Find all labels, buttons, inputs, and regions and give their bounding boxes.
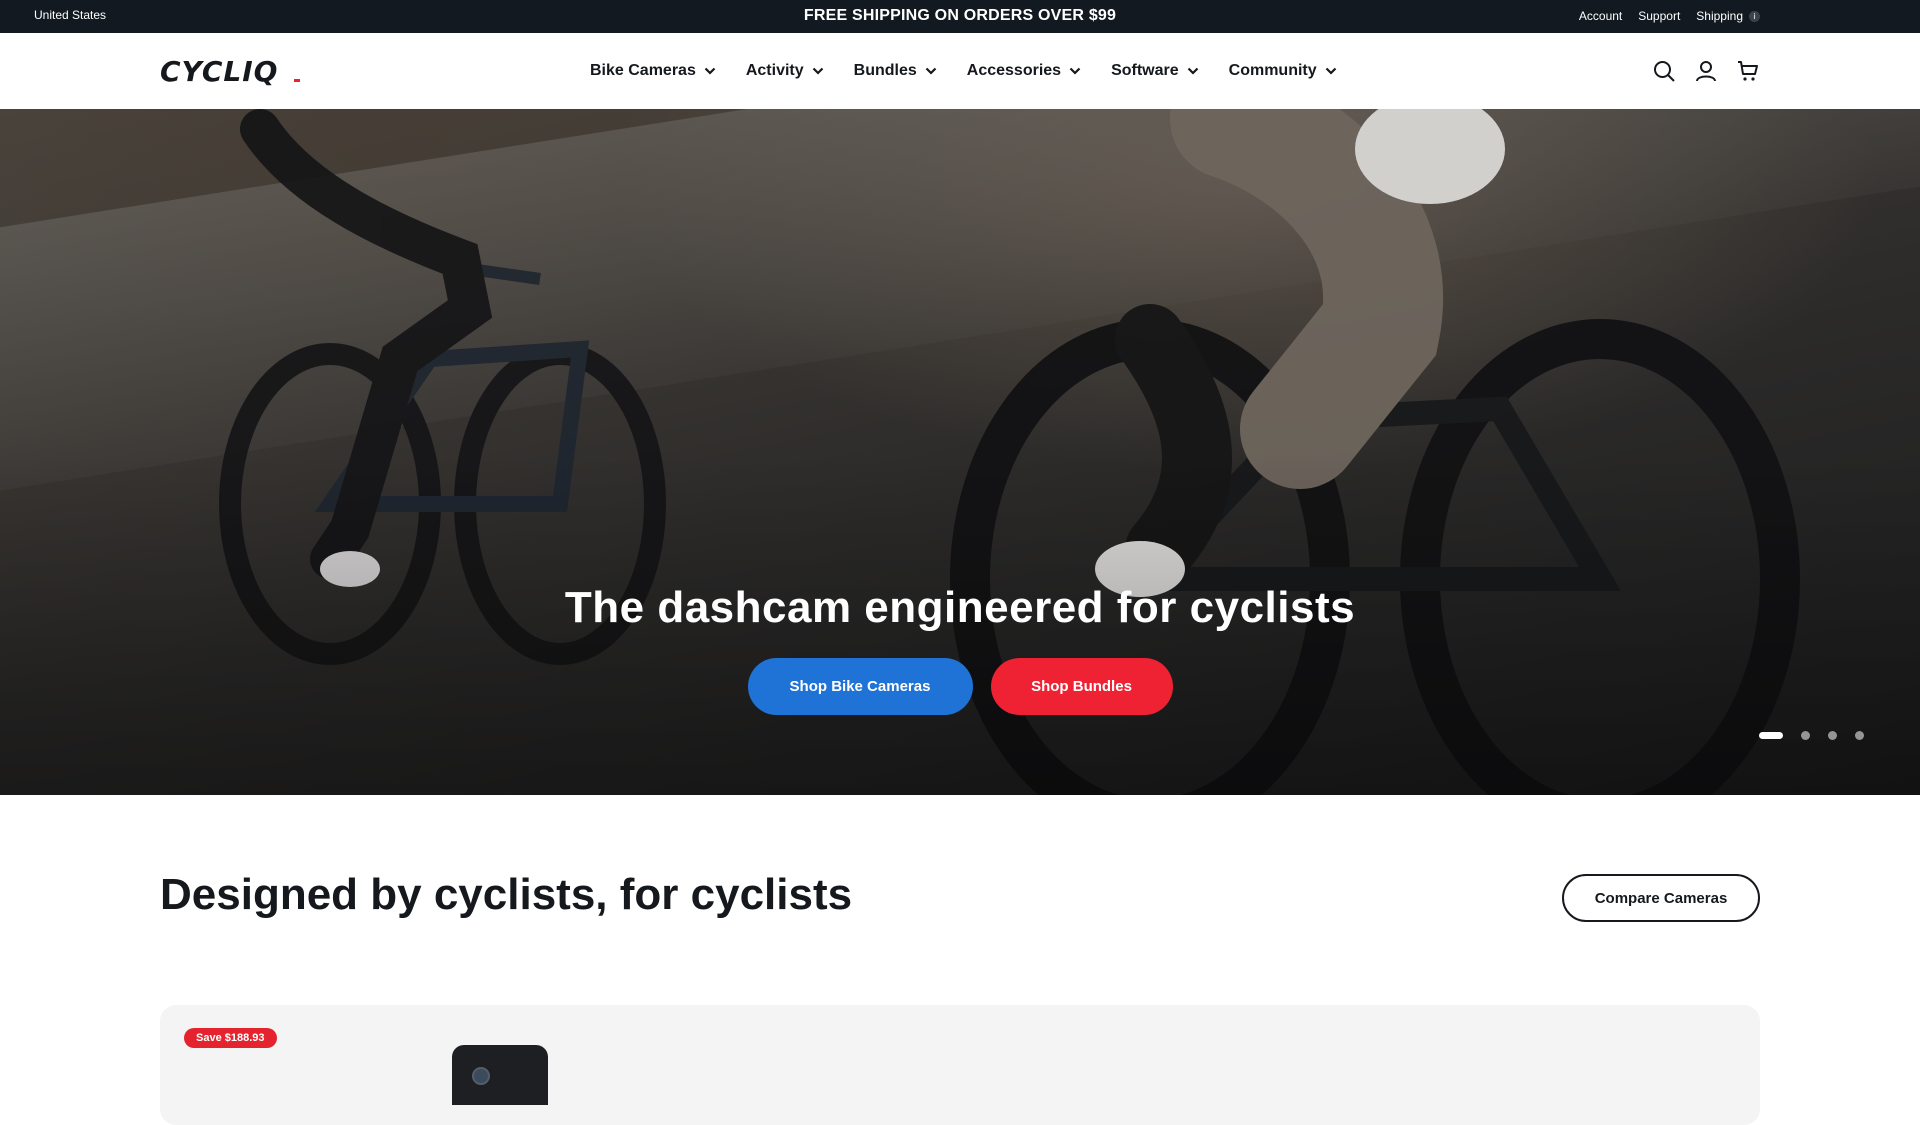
nav-activity[interactable]: Activity bbox=[746, 62, 824, 80]
shipping-link-label[interactable]: Shipping bbox=[1696, 9, 1743, 23]
logo-accent bbox=[294, 79, 300, 82]
nav-bike-cameras[interactable]: Bike Cameras bbox=[590, 62, 716, 80]
nav-label: Community bbox=[1228, 62, 1317, 79]
hero-title: The dashcam engineered for cyclists bbox=[564, 583, 1356, 632]
nav-software[interactable]: Software bbox=[1111, 62, 1199, 80]
shipping-link[interactable]: Shipping i bbox=[1696, 9, 1760, 23]
info-icon[interactable]: i bbox=[1749, 11, 1760, 23]
chevron-down-icon bbox=[812, 67, 823, 75]
nav-label: Software bbox=[1111, 62, 1179, 79]
utility-links: Account Support Shipping i bbox=[1579, 9, 1760, 23]
carousel-dot-4[interactable] bbox=[1855, 731, 1864, 740]
announcement-bar: United States FREE SHIPPING ON ORDERS OV… bbox=[0, 0, 1920, 33]
nav-accessories[interactable]: Accessories bbox=[967, 62, 1081, 80]
compare-cameras-button[interactable]: Compare Cameras bbox=[1562, 874, 1760, 922]
save-badge: Save $188.93 bbox=[184, 1028, 277, 1048]
logo-text: CYCLIQ bbox=[160, 55, 278, 87]
search-icon[interactable] bbox=[1652, 59, 1676, 83]
chevron-down-icon bbox=[1325, 67, 1336, 75]
nav-community[interactable]: Community bbox=[1229, 62, 1337, 80]
hero-cta-group: Shop Bike Cameras Shop Bundles bbox=[0, 658, 1920, 715]
nav-bundles[interactable]: Bundles bbox=[854, 62, 937, 80]
carousel-dot-2[interactable] bbox=[1801, 731, 1810, 740]
carousel-dot-3[interactable] bbox=[1828, 731, 1837, 740]
shop-bundles-button[interactable]: Shop Bundles bbox=[990, 658, 1173, 715]
nav-label: Activity bbox=[745, 62, 804, 79]
nav-label: Bike Cameras bbox=[590, 62, 696, 79]
shop-bike-cameras-button[interactable]: Shop Bike Cameras bbox=[747, 658, 973, 715]
section-heading: Designed by cyclists, for cyclists bbox=[160, 870, 853, 919]
site-header: CYCLIQ Bike Cameras Activity Bundles Acc… bbox=[0, 33, 1920, 110]
account-icon[interactable] bbox=[1694, 59, 1718, 83]
header-actions bbox=[1652, 59, 1760, 83]
cart-icon[interactable] bbox=[1736, 59, 1760, 83]
chevron-down-icon bbox=[1187, 67, 1198, 75]
carousel-dot-1[interactable] bbox=[1759, 732, 1783, 739]
chevron-down-icon bbox=[1069, 67, 1081, 75]
hero-banner: The dashcam engineered for cyclists Shop… bbox=[0, 109, 1920, 795]
nav-label: Bundles bbox=[853, 62, 917, 79]
carousel-pagination bbox=[1759, 731, 1864, 740]
product-camera-image bbox=[452, 1045, 548, 1105]
support-link[interactable]: Support bbox=[1638, 9, 1680, 23]
nav-label: Accessories bbox=[966, 62, 1062, 79]
product-card[interactable]: Save $188.93 bbox=[160, 1005, 1760, 1125]
chevron-down-icon bbox=[925, 67, 937, 75]
cycliq-logo[interactable]: CYCLIQ bbox=[160, 55, 310, 87]
main-nav: Bike Cameras Activity Bundles Accessorie… bbox=[590, 33, 1337, 109]
chevron-down-icon bbox=[704, 67, 716, 75]
account-link[interactable]: Account bbox=[1579, 9, 1622, 23]
